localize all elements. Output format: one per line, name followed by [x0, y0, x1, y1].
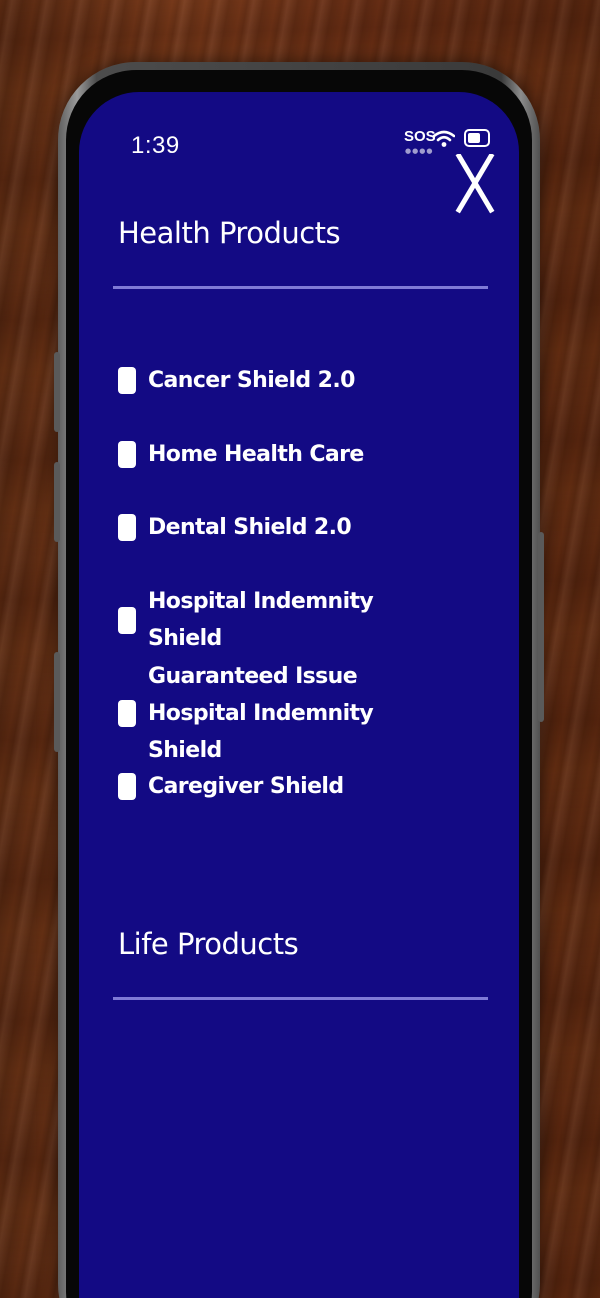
- signal-dots-icon: ●●●●: [405, 147, 434, 155]
- phone-side-button: [54, 462, 60, 542]
- product-label: Hospital Indemnity Shield: [148, 589, 374, 651]
- checkbox[interactable]: [118, 606, 136, 634]
- section-title-life-products: Life Products: [118, 927, 299, 961]
- product-item-dental-shield[interactable]: Dental Shield 2.0: [118, 509, 448, 546]
- app-screen: 1:39 SOS ●●●● Health Products Cancer Shi…: [79, 92, 519, 1298]
- close-icon: [455, 154, 495, 214]
- checkbox[interactable]: [118, 367, 136, 394]
- product-label: Guaranteed Issue Hospital Indemnity Shie…: [148, 664, 374, 763]
- status-carrier: SOS: [404, 128, 436, 145]
- battery-icon: [464, 129, 490, 147]
- section-divider: [113, 997, 488, 1000]
- checkbox[interactable]: [118, 514, 136, 541]
- phone-side-button: [538, 532, 544, 722]
- checkbox[interactable]: [118, 773, 136, 800]
- phone-side-button: [54, 652, 60, 752]
- phone-bezel: 1:39 SOS ●●●● Health Products Cancer Shi…: [66, 70, 532, 1298]
- product-label: Cancer Shield 2.0: [148, 368, 355, 393]
- product-label: Dental Shield 2.0: [148, 515, 352, 540]
- checkbox[interactable]: [118, 700, 136, 727]
- product-item-home-health-care[interactable]: Home Health Care: [118, 436, 448, 473]
- status-time: 1:39: [131, 132, 180, 159]
- product-label: Home Health Care: [148, 442, 364, 467]
- section-divider: [113, 286, 488, 289]
- phone-frame: 1:39 SOS ●●●● Health Products Cancer Shi…: [54, 62, 544, 1298]
- checkbox[interactable]: [118, 441, 136, 468]
- wifi-icon: [433, 130, 455, 147]
- product-label: Caregiver Shield: [148, 774, 344, 799]
- product-item-hospital-indemnity-shield[interactable]: Hospital Indemnity Shield: [118, 583, 448, 657]
- product-item-cancer-shield[interactable]: Cancer Shield 2.0: [118, 362, 448, 399]
- phone-side-button: [54, 352, 60, 432]
- product-item-guaranteed-issue-hospital-indemnity-shield[interactable]: Guaranteed Issue Hospital Indemnity Shie…: [118, 658, 448, 769]
- close-button[interactable]: [455, 154, 495, 214]
- section-title-health-products: Health Products: [118, 216, 341, 250]
- product-item-caregiver-shield[interactable]: Caregiver Shield: [118, 768, 448, 805]
